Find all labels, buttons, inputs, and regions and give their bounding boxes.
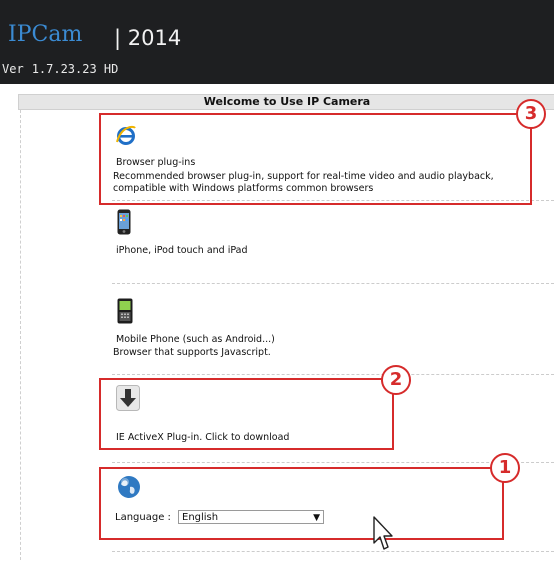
divider: [112, 374, 554, 375]
brand-year: | 2014: [114, 26, 182, 50]
iphone-link[interactable]: iPhone, iPod touch and iPad: [116, 245, 248, 257]
version-label: Ver: [2, 62, 24, 76]
annotation-badge-2: 2: [381, 365, 411, 395]
page-title: Welcome to Use IP Camera: [18, 94, 554, 110]
divider: [112, 283, 554, 284]
iphone-icon[interactable]: [117, 209, 131, 235]
header-bar: IPCam | 2014 Ver 1.7.23.23 HD: [0, 0, 554, 84]
divider: [112, 462, 554, 463]
mobile-phone-icon[interactable]: [117, 298, 133, 324]
annotation-badge-3: 3: [516, 99, 546, 129]
divider: [112, 551, 554, 552]
version-info: Ver 1.7.23.23 HD: [2, 62, 118, 76]
left-divider: [20, 110, 21, 560]
mobile-phone-description: Browser that supports Javascript.: [113, 347, 271, 358]
annotation-box-3: [99, 113, 532, 205]
version-number: 1.7.23.23 HD: [31, 62, 119, 76]
annotation-box-1: [99, 467, 504, 540]
brand-logo: IPCam: [8, 22, 83, 47]
mobile-phone-link[interactable]: Mobile Phone (such as Android...): [116, 334, 275, 346]
annotation-box-2: [99, 378, 394, 450]
mouse-cursor-icon: [372, 515, 396, 557]
annotation-badge-1: 1: [490, 453, 520, 483]
